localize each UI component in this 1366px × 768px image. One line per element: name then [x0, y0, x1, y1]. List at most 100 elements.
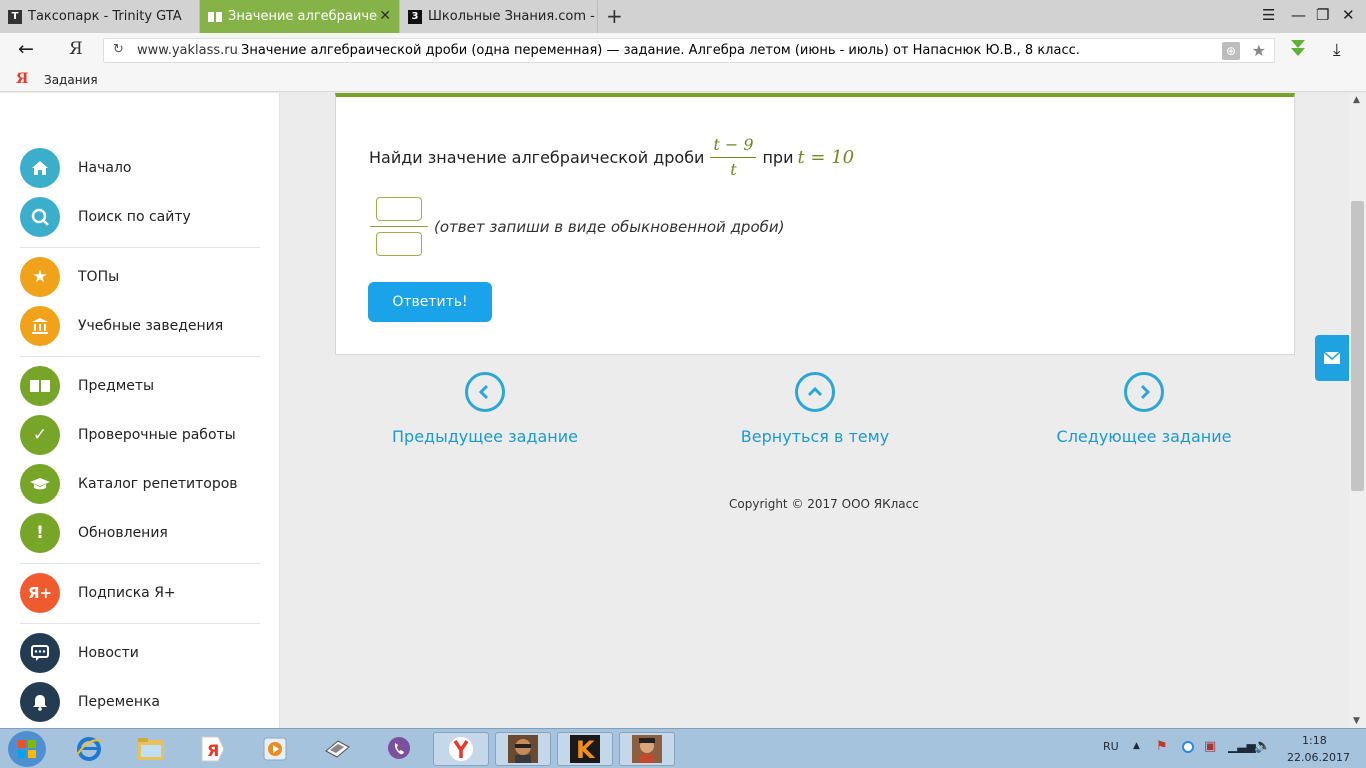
k-glyph: K — [576, 736, 596, 764]
bookmark-star-icon[interactable]: ★ — [1252, 41, 1266, 60]
prev-task-link[interactable]: Предыдущее задание — [375, 372, 595, 446]
sidebar-item-label: Каталог репетиторов — [78, 476, 238, 492]
exclamation-icon: ! — [20, 513, 60, 553]
ya-plus-icon: Я+ — [20, 573, 60, 613]
sidebar-item-subscription[interactable]: Я+ Подписка Я+ — [20, 573, 270, 613]
game-k-icon[interactable]: K — [557, 732, 613, 766]
search-icon — [20, 197, 60, 237]
network-icon[interactable] — [316, 732, 358, 766]
sidebar-divider — [20, 623, 260, 624]
bookmark-zadaniya[interactable]: Задания — [44, 73, 98, 87]
address-row: ← Я ↻ www.yaklass.ru Значение алгебраиче… — [0, 33, 1366, 68]
tab-znaniya[interactable]: 3 Школьные Знания.com - Ре — [400, 0, 598, 33]
task-prompt: Найди значение алгебраической дроби — [369, 147, 705, 167]
close-window-icon[interactable]: ✕ — [1342, 6, 1355, 24]
yandex-logo[interactable]: Я — [69, 39, 83, 59]
back-icon[interactable]: ← — [18, 38, 34, 60]
copyright: Copyright © 2017 ООО ЯКласс — [729, 497, 919, 511]
tray-expand-icon[interactable]: ▲ — [1133, 741, 1140, 751]
address-bar[interactable]: ↻ www.yaklass.ru Значение алгебраической… — [103, 38, 1275, 63]
sidebar-item-tutors[interactable]: Каталог репетиторов — [20, 464, 270, 504]
tray-flag-icon[interactable]: ⚑ — [1156, 739, 1168, 754]
sidebar-item-home[interactable]: Начало — [20, 148, 270, 188]
restore-icon[interactable]: ❐ — [1316, 6, 1329, 24]
page-scrollbar[interactable]: ▲ ▼ — [1349, 93, 1366, 728]
scroll-down-icon[interactable]: ▼ — [1353, 716, 1360, 726]
clock-date[interactable]: 22.06.2017 — [1287, 751, 1350, 764]
book-icon — [208, 10, 222, 24]
file-explorer-icon[interactable] — [130, 732, 172, 766]
task-card: Найди значение алгебраической дроби t − … — [335, 93, 1295, 355]
fraction-denominator: t — [730, 160, 737, 179]
bell-icon — [20, 682, 60, 722]
tab-title: Таксопарк - Trinity GTA — [28, 9, 182, 24]
sidebar: Начало Поиск по сайту ★ ТОПы Учебные зав… — [0, 93, 280, 728]
graduation-cap-icon — [20, 464, 60, 504]
tray-app-icon[interactable] — [1182, 741, 1194, 753]
chat-icon — [20, 633, 60, 673]
sidebar-divider — [20, 356, 260, 357]
sidebar-item-break[interactable]: Переменка — [20, 682, 270, 722]
task-condition: t = 10 — [797, 146, 855, 168]
sidebar-item-label: Переменка — [78, 694, 161, 710]
sidebar-item-label: Начало — [78, 160, 132, 176]
internet-explorer-icon[interactable] — [68, 732, 110, 766]
feedback-button[interactable] — [1315, 335, 1349, 381]
chevron-up-icon — [795, 372, 835, 412]
scroll-thumb[interactable] — [1351, 201, 1364, 491]
language-indicator[interactable]: RU — [1103, 740, 1119, 753]
sidebar-item-label: Новости — [78, 645, 139, 661]
denominator-input[interactable] — [376, 232, 422, 256]
minimize-icon[interactable]: — — [1291, 6, 1306, 24]
translate-icon[interactable]: ⊕ — [1222, 42, 1240, 60]
new-tab-icon[interactable]: + — [606, 4, 623, 28]
tab-bar: T Таксопарк - Trinity GTA Значение алгеб… — [0, 0, 1366, 33]
answer-fraction — [369, 197, 429, 256]
sidebar-item-label: Предметы — [78, 378, 155, 394]
sidebar-item-tests[interactable]: ✓ Проверочные работы — [20, 415, 270, 455]
tab-current[interactable]: Значение алгебраическо ✕ — [200, 0, 400, 33]
institution-icon — [20, 306, 60, 346]
menu-icon[interactable]: ☰ — [1262, 6, 1275, 24]
numerator-input[interactable] — [376, 197, 422, 221]
tray-signal-icon[interactable]: ▁▃▅ — [1228, 739, 1256, 753]
sidebar-item-tops[interactable]: ★ ТОПы — [20, 257, 270, 297]
sidebar-item-institutions[interactable]: Учебные заведения — [20, 306, 270, 346]
sidebar-item-news[interactable]: Новости — [20, 633, 270, 673]
sidebar-item-label: Подписка Я+ — [78, 585, 176, 601]
download-manager-icon[interactable] — [1287, 38, 1309, 60]
sidebar-divider — [20, 563, 260, 564]
next-task-link[interactable]: Следующее задание — [1034, 372, 1254, 446]
mail-icon — [1323, 351, 1341, 364]
reload-icon[interactable]: ↻ — [113, 42, 124, 57]
tray-volume-icon[interactable]: 🔈 — [1254, 738, 1271, 754]
sidebar-item-search[interactable]: Поиск по сайту — [20, 197, 270, 237]
task-question: Найди значение алгебраической дроби t − … — [369, 135, 854, 179]
fraction-numerator: t − 9 — [713, 135, 754, 154]
windows-start-icon[interactable] — [8, 731, 46, 767]
game-gta-icon[interactable] — [495, 732, 551, 766]
prev-task-label: Предыдущее задание — [392, 427, 578, 446]
tab-favicon: 3 — [408, 9, 422, 24]
tray-battery-icon[interactable]: ▣ — [1204, 739, 1216, 754]
tab-favicon: T — [8, 9, 22, 24]
taskbar: Я K RU ▲ ⚑ ▣ ▁▃▅ 🔈 1:18 22.06.2017 — [0, 728, 1366, 768]
check-icon: ✓ — [20, 415, 60, 455]
task-at-word: при — [762, 147, 794, 167]
downloads-icon[interactable]: ⤓ — [1333, 40, 1341, 60]
tab-taxopark[interactable]: T Таксопарк - Trinity GTA — [0, 0, 200, 33]
game-avatar-icon[interactable] — [619, 732, 675, 766]
media-player-icon[interactable] — [254, 732, 296, 766]
viber-icon[interactable] — [378, 732, 420, 766]
clock-time[interactable]: 1:18 — [1302, 734, 1327, 747]
yandex-icon[interactable] — [433, 732, 489, 766]
sidebar-item-subjects[interactable]: Предметы — [20, 366, 270, 406]
close-tab-icon[interactable]: ✕ — [379, 8, 391, 24]
scroll-up-icon[interactable]: ▲ — [1353, 95, 1360, 105]
submit-answer-button[interactable]: Ответить! — [368, 282, 492, 322]
sidebar-item-updates[interactable]: ! Обновления — [20, 513, 270, 553]
yandex-browser-icon[interactable]: Я — [192, 732, 234, 766]
yandex-bookmark-icon[interactable]: Я — [16, 71, 28, 87]
address-host: www.yaklass.ru — [137, 43, 238, 58]
back-to-topic-link[interactable]: Вернуться в тему — [705, 372, 925, 446]
